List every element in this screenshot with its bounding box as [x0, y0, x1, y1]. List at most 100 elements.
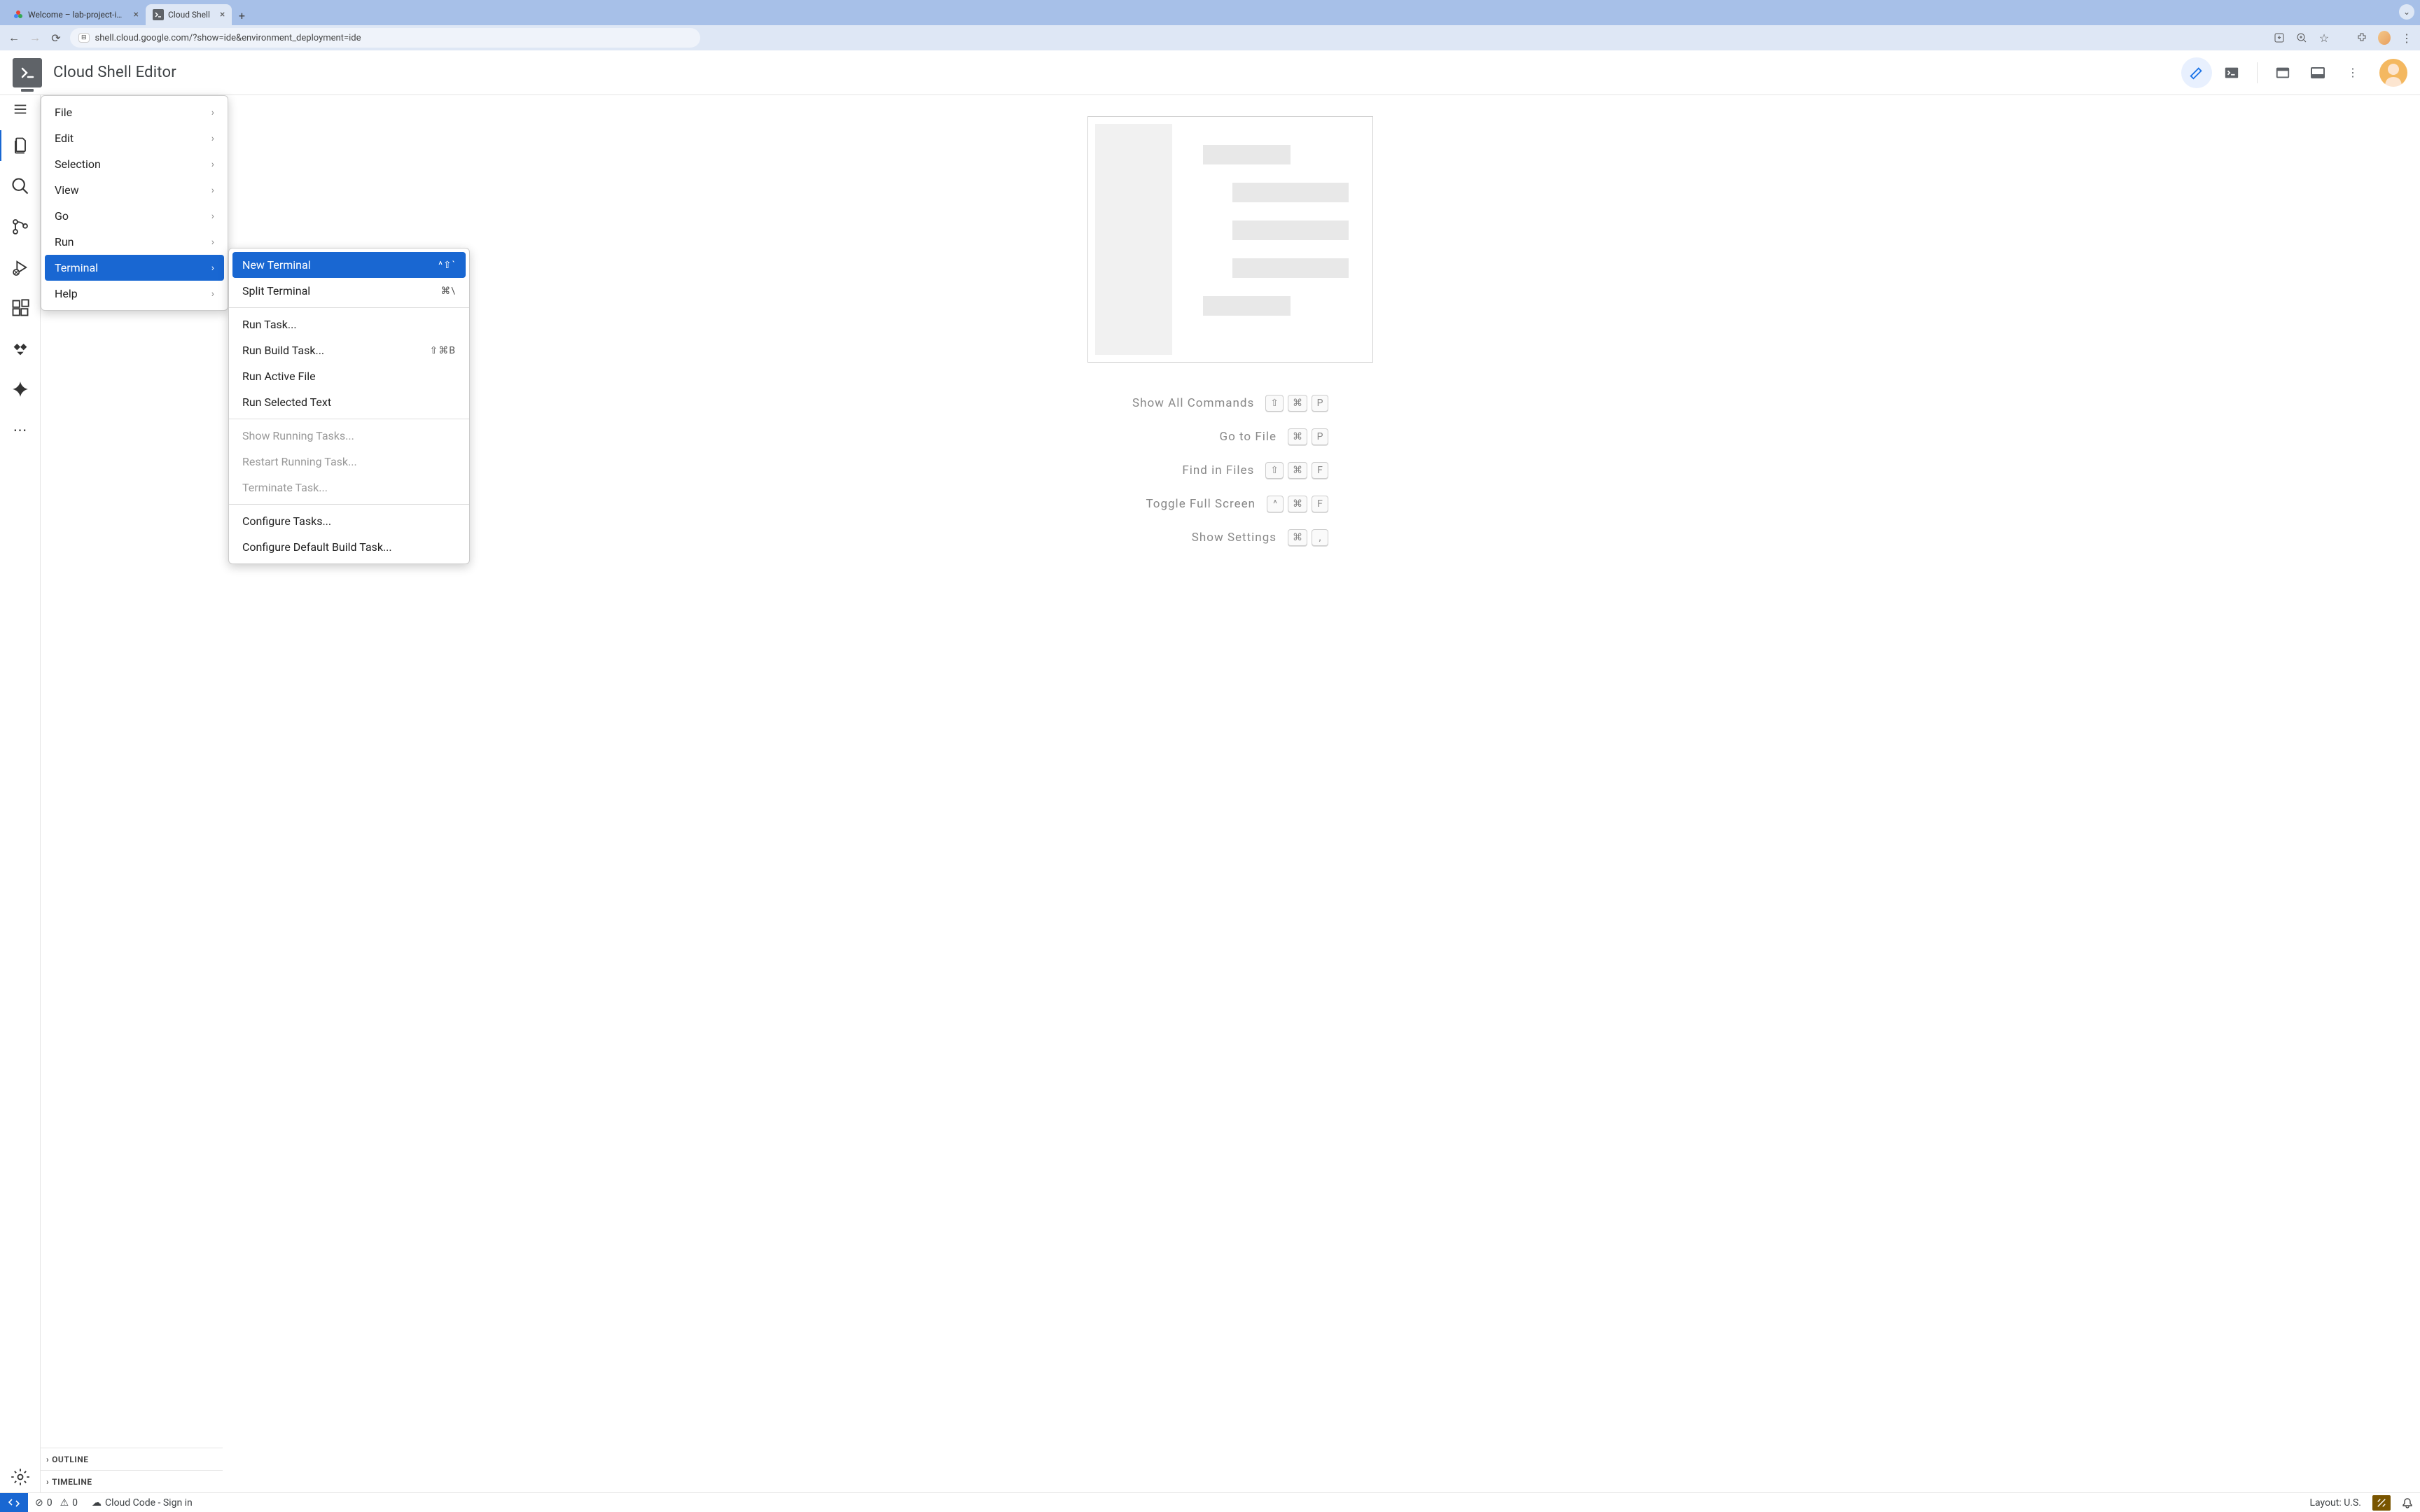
menu-item-file[interactable]: File › [45, 99, 224, 125]
error-count: 0 [47, 1497, 53, 1508]
problems-button[interactable]: ⊘ 0 ⚠ 0 [28, 1493, 85, 1512]
new-tab-button[interactable]: + [232, 6, 251, 25]
notifications-button[interactable] [2395, 1493, 2420, 1512]
shortcut-keys: ⌘, [1288, 529, 1328, 546]
close-icon[interactable]: × [220, 9, 225, 20]
hamburger-menu-button[interactable] [2, 98, 39, 120]
submenu-item[interactable]: Run Task... [232, 312, 466, 337]
debug-button[interactable] [2, 252, 39, 283]
layout-button[interactable] [2302, 57, 2333, 88]
source-control-button[interactable] [2, 211, 39, 242]
kbd-key: ⌘ [1288, 395, 1307, 412]
tab-title: Cloud Shell [168, 10, 210, 20]
menu-item-go[interactable]: Go› [45, 203, 224, 229]
bookmark-icon[interactable]: ☆ [2318, 31, 2330, 44]
outline-label: OUTLINE [52, 1455, 88, 1464]
browser-tab-active[interactable]: Cloud Shell × [146, 4, 232, 25]
shortcut-row: Toggle Full Screen ^⌘F [1132, 496, 1328, 512]
settings-button[interactable] [2, 1462, 39, 1492]
chevron-down-icon[interactable]: ⌄ [2399, 4, 2414, 20]
explorer-button[interactable] [2, 130, 39, 161]
submenu-item[interactable]: New Terminal ^⇧` [232, 252, 466, 278]
menu-label: Help [55, 287, 78, 300]
submenu-label: Restart Running Task... [242, 455, 357, 468]
chevron-right-icon: › [46, 1455, 49, 1464]
menu-label: Go [55, 209, 69, 223]
menu-item-selection[interactable]: Selection› [45, 151, 224, 177]
shortcut-label: Find in Files [1182, 463, 1254, 477]
shortcut-keys: ⇧⌘ P [1265, 395, 1328, 412]
url-text: shell.cloud.google.com/?show=ide&environ… [95, 33, 361, 43]
menu-label: Edit [55, 132, 74, 145]
terminal-mode-button[interactable] [2216, 57, 2247, 88]
kbd-key: ⌘ [1288, 428, 1307, 445]
submenu-item[interactable]: Configure Tasks... [232, 508, 466, 534]
chevron-right-icon: › [211, 237, 214, 248]
remote-button[interactable] [0, 1493, 28, 1512]
reload-button[interactable]: ⟳ [49, 31, 63, 45]
kbd-key: P [1312, 395, 1328, 412]
app-header: Cloud Shell Editor ⋮ [0, 50, 2420, 95]
submenu-item[interactable]: Configure Default Build Task... [232, 534, 466, 560]
menu-item-run[interactable]: Run › [45, 229, 224, 255]
shortcut-keys: ^⌘F [1267, 496, 1328, 512]
shortcut-keys: ⌘P [1288, 428, 1328, 445]
zoom-icon[interactable] [2295, 31, 2308, 44]
address-input[interactable]: ⊟ shell.cloud.google.com/?show=ide&envir… [70, 28, 700, 48]
menu-label: File [55, 106, 72, 119]
timeline-panel-header[interactable]: › TIMELINE [41, 1470, 223, 1492]
gcp-favicon-icon [13, 9, 24, 20]
submenu-label: Run Selected Text [242, 396, 331, 409]
forward-button[interactable]: → [28, 31, 42, 45]
shortcut-row: Show Settings ⌘, [1132, 529, 1328, 546]
chevron-right-icon: › [211, 288, 214, 300]
submenu-item[interactable]: Split Terminal⌘\ [232, 278, 466, 304]
back-button[interactable]: ← [7, 31, 21, 45]
warning-icon: ⚠ [60, 1497, 69, 1508]
more-button[interactable]: ⋯ [2, 414, 39, 445]
kbd-key: ⇧ [1265, 395, 1284, 412]
submenu-item: Restart Running Task... [232, 449, 466, 475]
tab-title: Welcome – lab-project-id-e… [28, 10, 124, 20]
more-menu-button[interactable]: ⋮ [2337, 57, 2368, 88]
app-logo-icon [13, 58, 42, 88]
extensions-button[interactable] [2, 293, 39, 323]
chevron-right-icon: › [211, 185, 214, 196]
submenu-label: Run Active File [242, 370, 316, 383]
install-icon[interactable] [2273, 31, 2286, 44]
outline-panel-header[interactable]: › OUTLINE [41, 1448, 223, 1470]
shortcut-text: ^⇧` [438, 260, 456, 271]
cloud-code-button[interactable] [2, 333, 39, 364]
submenu-item[interactable]: Run Selected Text [232, 389, 466, 415]
shortcut-label: Show Settings [1192, 531, 1277, 545]
kebab-menu-icon[interactable]: ⋮ [2400, 31, 2413, 44]
status-chip[interactable] [2372, 1495, 2391, 1511]
cloud-code-status[interactable]: ☁ Cloud Code - Sign in [85, 1493, 200, 1512]
menu-item-view[interactable]: View› [45, 177, 224, 203]
site-info-icon[interactable]: ⊟ [78, 33, 90, 43]
chevron-right-icon: › [211, 107, 214, 118]
kbd-key: ^ [1267, 496, 1284, 512]
menu-label: Selection [55, 158, 101, 171]
new-window-button[interactable] [2267, 57, 2298, 88]
shortcut-label: Toggle Full Screen [1146, 497, 1256, 511]
extensions-icon[interactable] [2356, 31, 2368, 44]
submenu-label: New Terminal [242, 258, 311, 272]
user-avatar[interactable] [2379, 59, 2407, 87]
menu-label: Run [55, 235, 74, 248]
menu-item-help[interactable]: Help › [45, 281, 224, 307]
layout-status[interactable]: Layout: U.S. [2303, 1493, 2369, 1512]
menu-item-edit[interactable]: Edit› [45, 125, 224, 151]
close-icon[interactable]: × [134, 9, 139, 20]
gemini-button[interactable] [2, 374, 39, 405]
editor-mode-button[interactable] [2181, 57, 2212, 88]
submenu-item[interactable]: Run Active File [232, 363, 466, 389]
browser-tab[interactable]: Welcome – lab-project-id-e… × [6, 4, 146, 25]
profile-avatar[interactable] [2378, 31, 2391, 44]
app-title: Cloud Shell Editor [53, 64, 176, 81]
menu-item-terminal[interactable]: Terminal› [45, 255, 224, 281]
submenu-item[interactable]: Run Build Task...⇧⌘B [232, 337, 466, 363]
main-menu: File›Edit›Selection›View›Go›Run›Terminal… [41, 95, 228, 311]
search-button[interactable] [2, 171, 39, 202]
shortcut-row: Show All Commands⇧⌘P [1132, 395, 1328, 412]
